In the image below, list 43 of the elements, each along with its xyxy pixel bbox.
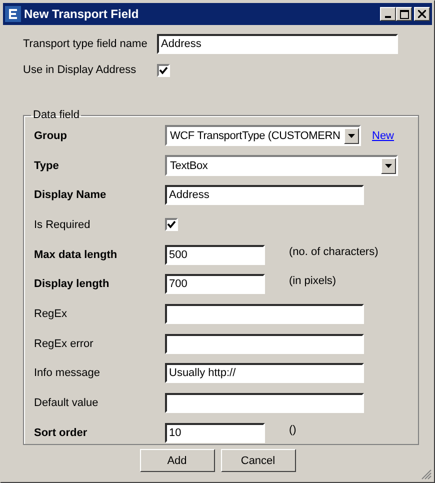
text-field[interactable]: Usually http:// — [165, 363, 364, 384]
dialog-button[interactable]: Cancel — [220, 449, 296, 472]
maximize-icon — [400, 10, 408, 18]
app-icon — [5, 6, 21, 22]
text-field[interactable]: Address — [157, 34, 398, 54]
resize-grip-icon[interactable] — [421, 469, 432, 480]
field-label: Type — [34, 160, 60, 172]
field-label: Group — [34, 130, 68, 142]
text-field[interactable] — [165, 334, 364, 354]
hint-text: (in pixels) — [289, 275, 336, 288]
group-title: Data field — [32, 109, 80, 121]
window-title: New Transport Field — [24, 7, 140, 21]
dialog-button[interactable]: Add — [140, 449, 214, 472]
field-label: Display Name — [34, 189, 108, 202]
close-button[interactable] — [414, 7, 430, 21]
hint-text: () — [289, 424, 296, 436]
text-field[interactable]: 10 — [165, 422, 265, 443]
maximize-button[interactable] — [396, 7, 412, 21]
field-label: RegEx error — [34, 338, 94, 350]
hint-text: (no. of characters) — [289, 246, 378, 258]
checkbox[interactable] — [157, 64, 170, 76]
text-field[interactable]: 500 — [165, 244, 265, 265]
caret-icon — [348, 134, 355, 138]
field-label: RegEx — [34, 308, 68, 320]
dropdown[interactable]: TextBox — [165, 155, 398, 176]
field-label: Sort order — [34, 426, 88, 439]
checkbox[interactable] — [165, 218, 178, 232]
minimize-button[interactable] — [380, 7, 396, 21]
field-label: Default value — [34, 397, 100, 410]
field-label: Max data length — [34, 248, 118, 261]
caret-icon — [385, 164, 392, 168]
text-field[interactable] — [165, 304, 364, 324]
field-label: Info message — [34, 367, 102, 380]
field-label: Is Required — [34, 218, 92, 231]
field-label: Transport type field name — [23, 38, 148, 50]
new-link[interactable]: New — [372, 130, 394, 142]
text-field[interactable]: 700 — [165, 274, 265, 294]
text-field[interactable]: Address — [165, 185, 364, 206]
text-field[interactable] — [165, 393, 364, 414]
dropdown[interactable]: WCF TransportType (CUSTOMERN — [165, 125, 361, 146]
field-label: Display length — [34, 278, 110, 290]
field-label: Use in Display Address — [23, 64, 138, 76]
close-icon — [418, 10, 426, 18]
